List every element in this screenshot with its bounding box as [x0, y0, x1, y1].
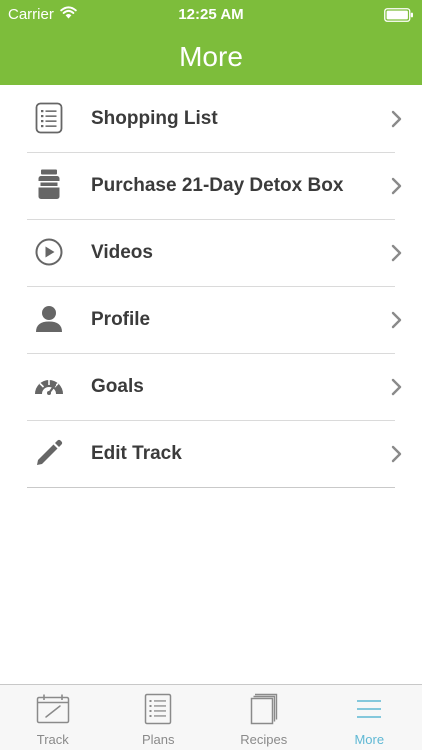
- chevron-right-icon: [390, 243, 404, 263]
- status-time: 12:25 AM: [178, 6, 244, 23]
- page-title: More: [179, 41, 243, 72]
- tab-plans[interactable]: Plans: [106, 685, 212, 750]
- menu-item-label: Profile: [91, 309, 151, 330]
- play-icon: [32, 235, 66, 269]
- menu-item-label: Videos: [91, 242, 153, 263]
- top-bar: Carrier 12:25 AM More: [0, 0, 422, 85]
- chevron-right-icon: [390, 109, 404, 129]
- menu-item-goals[interactable]: Goals: [0, 354, 422, 421]
- more-menu-list: Shopping List Purchase 21-Day Detox Box: [0, 86, 422, 488]
- status-bar: Carrier 12:25 AM: [0, 0, 422, 30]
- chevron-right-icon: [390, 310, 404, 330]
- menu-item-label: Shopping List: [91, 108, 218, 129]
- tab-more[interactable]: More: [317, 685, 422, 750]
- tab-label: Track: [36, 732, 69, 747]
- tab-label: More: [354, 732, 385, 747]
- tab-recipes[interactable]: Recipes: [211, 685, 317, 750]
- book-icon: [247, 692, 281, 726]
- chevron-right-icon: [390, 377, 404, 397]
- pencil-icon: [32, 436, 66, 470]
- menu-item-label: Goals: [91, 376, 144, 397]
- menu-item-edit-track[interactable]: Edit Track: [0, 421, 422, 488]
- gauge-icon: [32, 369, 66, 403]
- menu-item-label: Purchase 21-Day Detox Box: [91, 175, 344, 196]
- list-icon: [32, 101, 66, 135]
- menu-item-purchase-detox-box[interactable]: Purchase 21-Day Detox Box: [0, 153, 422, 220]
- calendar-icon: [36, 692, 70, 726]
- tab-label: Recipes: [240, 732, 288, 747]
- battery-icon: [384, 8, 414, 22]
- tab-bar: Track Plans Recipes More: [0, 684, 422, 750]
- tab-label: Plans: [141, 732, 175, 747]
- jar-icon: [32, 168, 66, 202]
- hamburger-menu-icon: [352, 692, 386, 726]
- menu-item-profile[interactable]: Profile: [0, 287, 422, 354]
- menu-item-shopping-list[interactable]: Shopping List: [0, 86, 422, 153]
- menu-item-videos[interactable]: Videos: [0, 220, 422, 287]
- menu-item-label: Edit Track: [91, 443, 182, 464]
- chevron-right-icon: [390, 444, 404, 464]
- person-icon: [32, 302, 66, 336]
- chevron-right-icon: [390, 176, 404, 196]
- document-list-icon: [141, 692, 175, 726]
- row-divider: [27, 486, 395, 488]
- tab-track[interactable]: Track: [0, 685, 106, 750]
